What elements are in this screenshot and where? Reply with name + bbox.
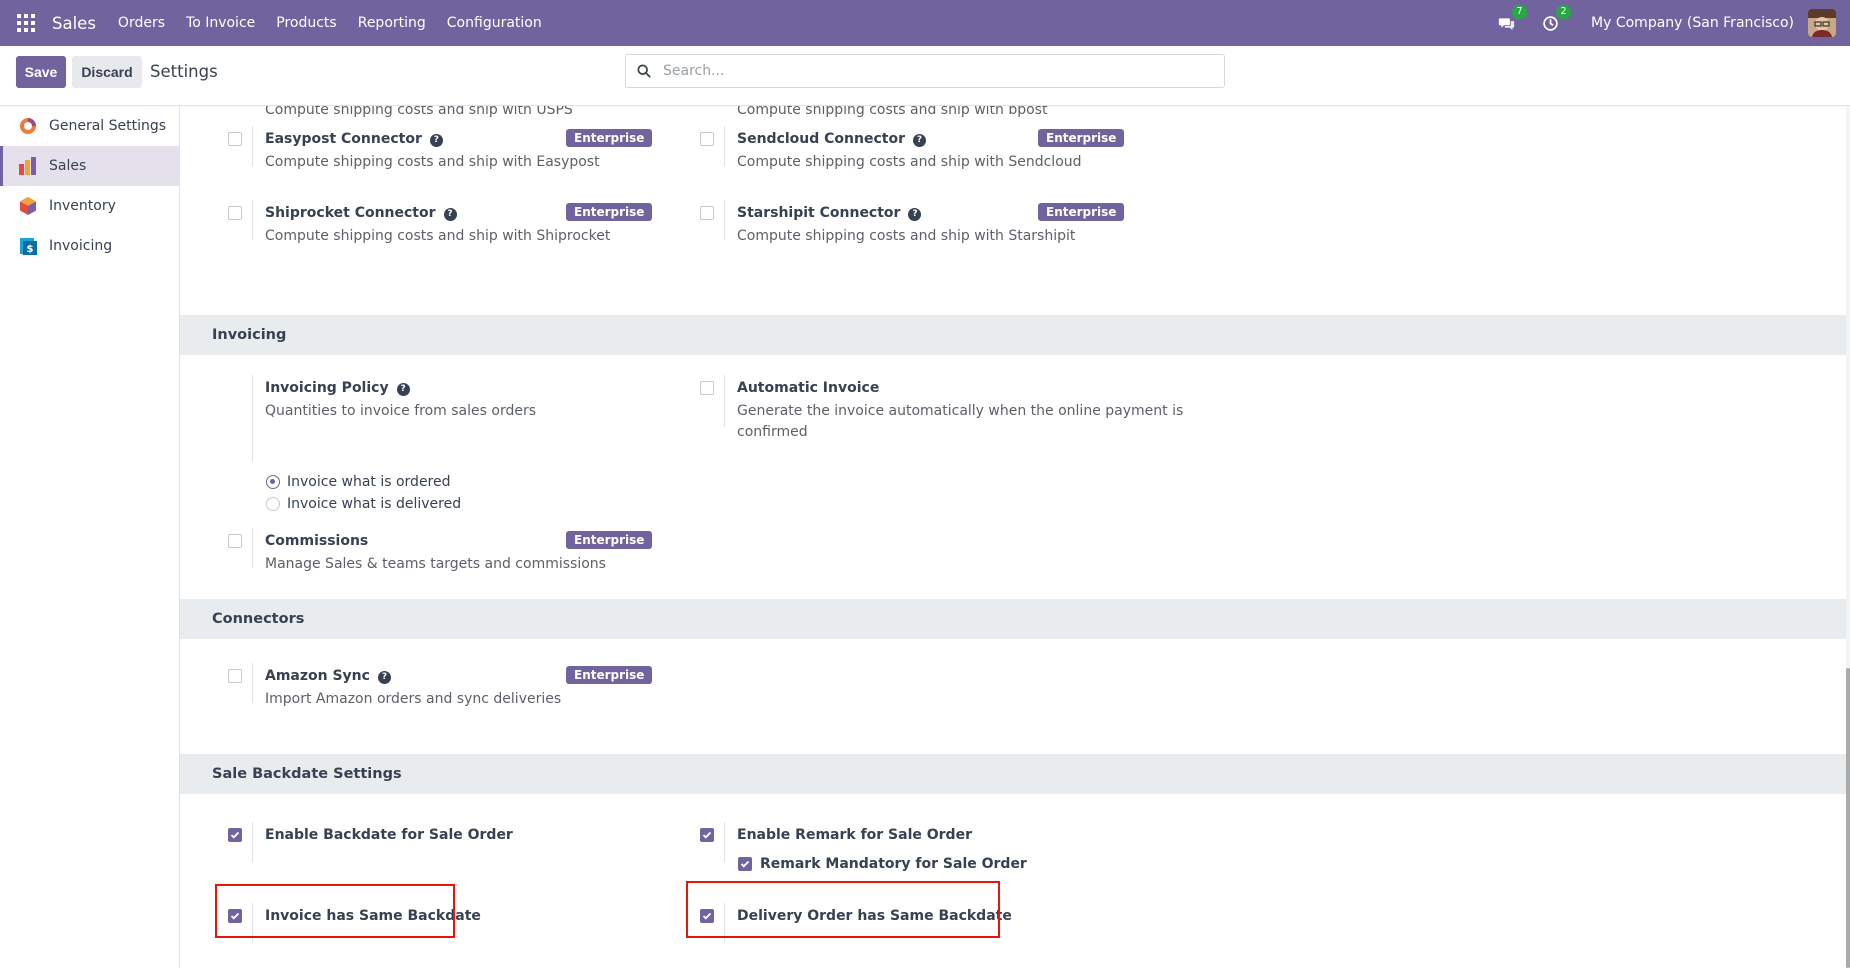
menu-orders[interactable]: Orders	[118, 15, 165, 31]
user-avatar[interactable]	[1808, 9, 1836, 37]
sidebar-item-label: Inventory	[49, 198, 116, 214]
messages-count-badge: 7	[1512, 5, 1528, 19]
navbar-systray: 7 2 My Company (San Francisco)	[1495, 0, 1850, 46]
starshipit-description: Compute shipping costs and ship with Sta…	[737, 228, 1076, 244]
remark-mandatory-checkbox[interactable]	[738, 857, 752, 871]
commissions-checkbox[interactable]	[228, 534, 242, 548]
search-input[interactable]	[663, 63, 1203, 79]
shiprocket-checkbox[interactable]	[228, 206, 242, 220]
menu-to-invoice[interactable]: To Invoice	[186, 15, 255, 31]
sidebar-item-invoicing[interactable]: $ Invoicing	[0, 226, 179, 266]
menu-products[interactable]: Products	[276, 15, 336, 31]
menu-configuration[interactable]: Configuration	[447, 15, 542, 31]
enable-remark-label: Enable Remark for Sale Order	[737, 827, 972, 843]
search-bar[interactable]	[625, 54, 1225, 88]
enterprise-badge: Enterprise	[566, 531, 653, 549]
bpost-description: Compute shipping costs and ship with bpo…	[737, 106, 1048, 118]
apps-menu-icon[interactable]	[0, 0, 52, 46]
activities-clock-icon[interactable]: 2	[1539, 5, 1572, 34]
amazon-sync-checkbox[interactable]	[228, 669, 242, 683]
usps-description: Compute shipping costs and ship with USP…	[265, 106, 573, 118]
enterprise-badge: Enterprise	[1038, 129, 1125, 147]
app-brand[interactable]: Sales	[52, 14, 96, 33]
sendcloud-label: Sendcloud Connector?	[737, 131, 926, 147]
inventory-app-icon	[20, 197, 36, 215]
settings-content: Compute shipping costs and ship with USP…	[180, 106, 1850, 968]
top-navbar: Sales Orders To Invoice Products Reporti…	[0, 0, 1850, 46]
section-connectors: Connectors	[180, 599, 1846, 639]
control-panel: Save Discard Settings	[0, 46, 1850, 106]
easypost-description: Compute shipping costs and ship with Eas…	[265, 154, 600, 170]
svg-text:$: $	[27, 244, 34, 255]
messages-icon[interactable]: 7	[1495, 5, 1528, 34]
commissions-label: Commissions	[265, 533, 369, 549]
sales-app-icon	[19, 157, 36, 175]
section-sale-backdate: Sale Backdate Settings	[180, 754, 1846, 794]
radio-button-selected[interactable]	[266, 475, 280, 489]
starshipit-label: Starshipit Connector?	[737, 205, 922, 221]
help-icon[interactable]: ?	[443, 208, 457, 221]
radio-button[interactable]	[266, 497, 280, 511]
invoicing-app-icon: $	[20, 238, 37, 255]
automatic-invoice-checkbox[interactable]	[700, 381, 714, 395]
settings-sidebar: General Settings Sales Inventory $ Invoi…	[0, 106, 180, 968]
starshipit-checkbox[interactable]	[700, 206, 714, 220]
easypost-checkbox[interactable]	[228, 132, 242, 146]
help-icon[interactable]: ?	[377, 671, 391, 684]
enterprise-badge: Enterprise	[566, 203, 653, 221]
invoicing-policy-description: Quantities to invoice from sales orders	[265, 403, 537, 419]
company-switcher[interactable]: My Company (San Francisco)	[1591, 15, 1794, 31]
odoo-settings-icon	[20, 118, 36, 134]
help-icon[interactable]: ?	[908, 208, 922, 221]
amazon-sync-label: Amazon Sync?	[265, 668, 391, 684]
automatic-invoice-description: Generate the invoice automatically when …	[737, 403, 1184, 440]
radio-invoice-ordered[interactable]: Invoice what is ordered	[266, 474, 451, 490]
highlight-box-invoice	[215, 884, 455, 938]
radio-invoice-delivered[interactable]: Invoice what is delivered	[266, 496, 461, 512]
save-button[interactable]: Save	[16, 56, 66, 88]
commissions-description: Manage Sales & teams targets and commiss…	[265, 556, 606, 572]
activities-count-badge: 2	[1556, 5, 1572, 19]
invoicing-policy-label: Invoicing Policy?	[265, 380, 410, 396]
enterprise-badge: Enterprise	[566, 666, 653, 684]
scrollbar-thumb[interactable]	[1846, 668, 1850, 968]
section-invoicing: Invoicing	[180, 315, 1846, 355]
shiprocket-description: Compute shipping costs and ship with Shi…	[265, 228, 611, 244]
menu-reporting[interactable]: Reporting	[358, 15, 426, 31]
enable-backdate-checkbox[interactable]	[228, 828, 242, 842]
highlight-box-delivery	[686, 881, 1000, 938]
help-icon[interactable]: ?	[429, 134, 443, 147]
help-icon[interactable]: ?	[912, 134, 926, 147]
enable-remark-checkbox[interactable]	[700, 828, 714, 842]
amazon-sync-description: Import Amazon orders and sync deliveries	[265, 691, 562, 707]
sidebar-item-label: Invoicing	[49, 238, 113, 254]
search-icon	[637, 64, 651, 78]
sidebar-item-label: Sales	[49, 158, 87, 174]
page-title: Settings	[150, 62, 218, 81]
easypost-label: Easypost Connector?	[265, 131, 443, 147]
enterprise-badge: Enterprise	[566, 129, 653, 147]
help-icon[interactable]: ?	[396, 383, 410, 396]
shiprocket-label: Shiprocket Connector?	[265, 205, 457, 221]
sidebar-item-sales[interactable]: Sales	[0, 146, 179, 186]
discard-button[interactable]: Discard	[72, 56, 142, 88]
sidebar-item-label: General Settings	[49, 118, 167, 134]
enterprise-badge: Enterprise	[1038, 203, 1125, 221]
sidebar-item-general-settings[interactable]: General Settings	[0, 106, 179, 146]
sendcloud-description: Compute shipping costs and ship with Sen…	[737, 154, 1082, 170]
automatic-invoice-label: Automatic Invoice	[737, 380, 880, 396]
sendcloud-checkbox[interactable]	[700, 132, 714, 146]
enable-backdate-label: Enable Backdate for Sale Order	[265, 827, 513, 843]
remark-mandatory-option[interactable]: Remark Mandatory for Sale Order	[738, 856, 1027, 872]
sidebar-item-inventory[interactable]: Inventory	[0, 186, 179, 226]
